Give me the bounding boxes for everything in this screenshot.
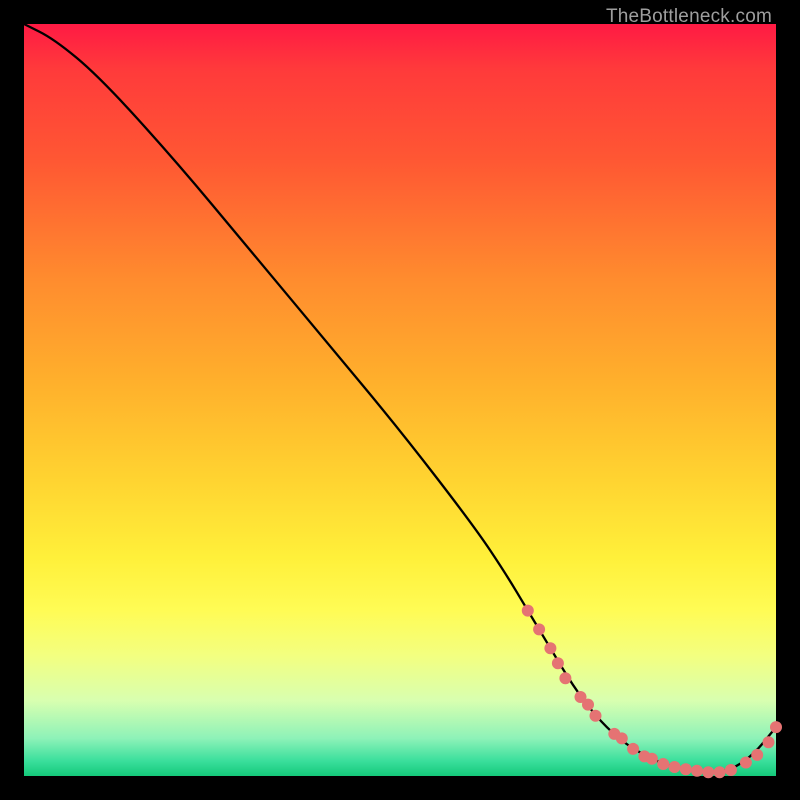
marker-point — [669, 761, 681, 773]
marker-point — [763, 736, 775, 748]
marker-group — [522, 605, 782, 779]
marker-point — [544, 642, 556, 654]
marker-point — [691, 765, 703, 777]
marker-point — [725, 764, 737, 776]
marker-point — [770, 721, 782, 733]
marker-point — [533, 623, 545, 635]
marker-point — [559, 672, 571, 684]
marker-point — [522, 605, 534, 617]
marker-point — [714, 766, 726, 778]
marker-point — [751, 749, 763, 761]
chart-stage: TheBottleneck.com — [0, 0, 800, 800]
marker-point — [552, 657, 564, 669]
marker-point — [680, 763, 692, 775]
marker-point — [657, 758, 669, 770]
chart-svg — [24, 24, 776, 776]
marker-point — [646, 753, 658, 765]
plot-area — [24, 24, 776, 776]
marker-point — [590, 710, 602, 722]
marker-point — [616, 732, 628, 744]
marker-point — [582, 699, 594, 711]
marker-point — [627, 743, 639, 755]
bottleneck-curve — [24, 24, 776, 772]
watermark-label: TheBottleneck.com — [606, 6, 772, 28]
marker-point — [740, 757, 752, 769]
marker-point — [702, 766, 714, 778]
